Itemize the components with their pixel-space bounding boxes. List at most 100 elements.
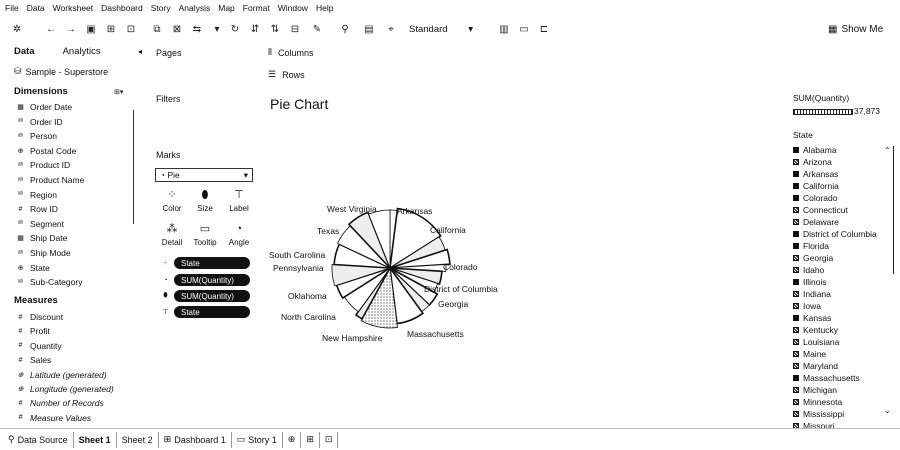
field-item[interactable]: # Sales (16, 355, 52, 365)
mark-type-select[interactable]: ◔ Pie ▾ (155, 168, 253, 182)
legend-item[interactable]: Illinois (793, 277, 827, 287)
scroll-down-icon[interactable]: ⌄ (884, 406, 891, 415)
tab-sheet-1[interactable]: Sheet 1 (74, 431, 117, 448)
menu-window[interactable]: Window (278, 3, 308, 13)
swap-icon[interactable]: ⇆ (190, 22, 204, 36)
field-item[interactable]: ᵃᵇ Person (16, 131, 57, 141)
new-worksheet-tab[interactable]: ⊕ (283, 431, 302, 448)
legend-scrollbar[interactable] (886, 146, 894, 274)
field-item[interactable]: ᵃᵇ Sub-Category (16, 277, 83, 287)
angle-button[interactable]: ◔ Angle (222, 224, 256, 248)
share-icon[interactable]: ⊏ (537, 22, 551, 36)
new-worksheet-icon[interactable]: ⊡ (124, 22, 138, 36)
sort-ascending-icon[interactable]: ⇵ (248, 22, 262, 36)
menu-help[interactable]: Help (316, 3, 333, 13)
field-item[interactable]: # Measure Values (16, 413, 92, 423)
tooltip-button[interactable]: ▭ Tooltip (188, 224, 222, 248)
group-icon[interactable]: ⊟ (288, 22, 302, 36)
legend-item[interactable]: Georgia (793, 253, 833, 263)
legend-item[interactable]: Indiana (793, 289, 831, 299)
tab-sheet-2[interactable]: Sheet 2 (117, 431, 159, 448)
color-button[interactable]: ⁘ Color (155, 190, 189, 214)
new-story-tab[interactable]: ⊡ (320, 431, 339, 448)
menu-data[interactable]: Data (27, 3, 45, 13)
refresh-icon[interactable]: ↻ (228, 22, 242, 36)
menu-analysis[interactable]: Analysis (179, 3, 211, 13)
legend-item[interactable]: Alabama (793, 145, 837, 155)
detail-button[interactable]: ⁂ Detail (155, 224, 189, 248)
legend-item[interactable]: Maine (793, 349, 826, 359)
field-item[interactable]: # Row ID (16, 204, 58, 214)
tableau-logo-icon[interactable]: ✲ (10, 22, 24, 36)
legend-item[interactable]: Iowa (793, 301, 821, 311)
legend-item[interactable]: Michigan (793, 385, 837, 395)
tab-analytics[interactable]: Analytics (63, 46, 101, 57)
field-item[interactable]: ᵃᵇ Ship Mode (16, 248, 71, 258)
legend-item[interactable]: Minnesota (793, 397, 842, 407)
field-item[interactable]: # Number of Records (16, 398, 104, 408)
menu-dashboard[interactable]: Dashboard (101, 3, 143, 13)
save-icon[interactable]: ▣ (84, 22, 98, 36)
new-dashboard-tab[interactable]: ⊞ (301, 431, 320, 448)
legend-item[interactable]: Colorado (793, 193, 838, 203)
legend-item[interactable]: Connecticut (793, 205, 848, 215)
menu-map[interactable]: Map (218, 3, 235, 13)
dimension-tools-icon[interactable]: ⊞▾ (114, 88, 123, 96)
show-cards-icon[interactable]: ▥ (497, 22, 511, 36)
field-item[interactable]: ᵃᵇ Segment (16, 219, 64, 229)
label-icon[interactable]: ⚲ (338, 22, 352, 36)
field-item[interactable]: # Quantity (16, 341, 62, 351)
redo-icon[interactable]: → (64, 22, 78, 36)
state-color-pill[interactable]: State (174, 257, 250, 269)
highlight-icon[interactable]: ✎ (310, 22, 324, 36)
legend-item[interactable]: District of Columbia (793, 229, 877, 239)
scroll-up-icon[interactable]: ⌃ (884, 146, 891, 155)
new-data-source-icon[interactable]: ⊞ (104, 22, 118, 36)
legend-item[interactable]: Arkansas (793, 169, 838, 179)
pie-chart[interactable]: West Virginia Arkansas California Texas … (260, 200, 530, 350)
menu-file[interactable]: File (5, 3, 19, 13)
clear-sheet-icon[interactable]: ⊠ (170, 22, 184, 36)
field-item[interactable]: # Discount (16, 312, 64, 322)
field-item[interactable]: ⊕ State (16, 263, 50, 273)
tab-dashboard-1[interactable]: ⊞ Dashboard 1 (159, 431, 232, 448)
collapse-pane-icon[interactable]: ◂ (138, 47, 142, 56)
field-item[interactable]: ⊕ Postal Code (16, 146, 77, 156)
legend-item[interactable]: Florida (793, 241, 829, 251)
show-me-button[interactable]: ▦ Show Me (828, 21, 883, 37)
field-item[interactable]: ▦ Ship Date (16, 233, 67, 243)
sort-descending-icon[interactable]: ⇅ (268, 22, 282, 36)
field-item[interactable]: ᵃᵇ Product Name (16, 175, 84, 185)
legend-item[interactable]: Kentucky (793, 325, 838, 335)
quantity-angle-pill[interactable]: SUM(Quantity) (174, 274, 250, 286)
tooltip-icon[interactable]: ⌖ (384, 22, 398, 36)
legend-item[interactable]: Arizona (793, 157, 832, 167)
field-item[interactable]: ⊕ Longitude (generated) (16, 384, 114, 394)
legend-item[interactable]: Delaware (793, 217, 839, 227)
tab-data[interactable]: Data (14, 46, 35, 57)
state-label-pill[interactable]: State (174, 306, 250, 318)
fit-select[interactable]: Standard ▾ (405, 21, 477, 37)
legend-item[interactable]: Mississippi (793, 409, 844, 419)
duplicate-sheet-icon[interactable]: ⧉ (150, 22, 164, 36)
legend-item[interactable]: Massachusetts (793, 373, 860, 383)
menu-worksheet[interactable]: Worksheet (53, 3, 93, 13)
field-item[interactable]: # Profit (16, 326, 50, 336)
legend-item[interactable]: California (793, 181, 839, 191)
label-button[interactable]: ⊤ Label (222, 190, 256, 214)
datasource-item[interactable]: ⛁ Sample - Superstore (14, 66, 108, 77)
field-item[interactable]: ᵃᵇ Region (16, 190, 57, 200)
field-item[interactable]: ⊕ Latitude (generated) (16, 370, 107, 380)
field-item[interactable]: ᵃᵇ Product ID (16, 160, 70, 170)
legend-item[interactable]: Maryland (793, 361, 838, 371)
sort-icon[interactable]: ▾ (210, 22, 224, 36)
present-icon[interactable]: ▭ (517, 22, 531, 36)
legend-item[interactable]: Idaho (793, 265, 824, 275)
menu-format[interactable]: Format (243, 3, 270, 13)
rows-shelf[interactable]: ☰ Rows (268, 69, 305, 80)
tab-data-source[interactable]: ⚲ Data Source (0, 431, 74, 448)
columns-shelf[interactable]: ⦀ Columns (268, 47, 313, 58)
tab-story-1[interactable]: ▭ Story 1 (232, 431, 283, 448)
fix-axes-icon[interactable]: ▤ (362, 22, 376, 36)
size-button[interactable]: ⬮ Size (188, 190, 222, 214)
